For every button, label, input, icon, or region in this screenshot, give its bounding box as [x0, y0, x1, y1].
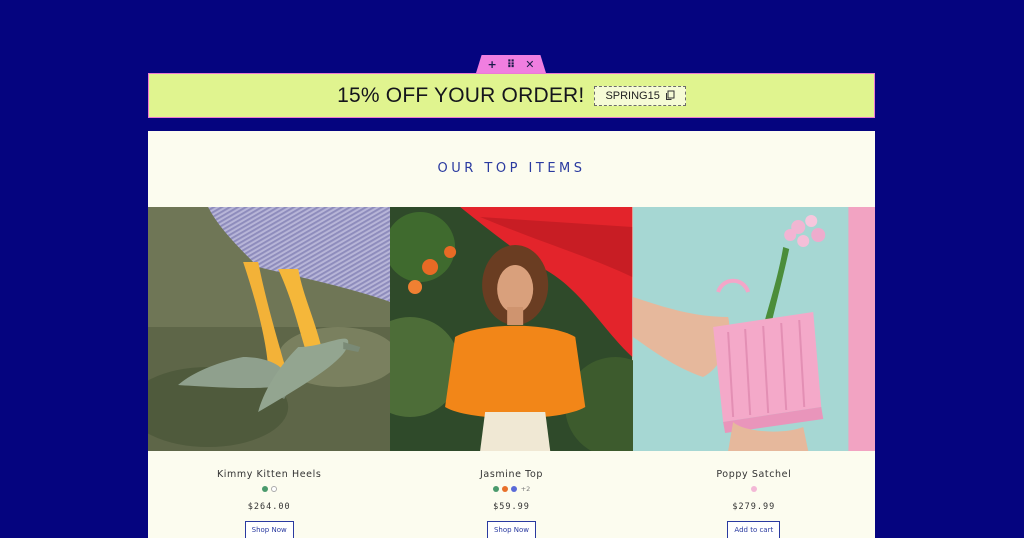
product-image-satchel[interactable]	[632, 207, 875, 451]
product-card: Jasmine Top +2 $59.99 Shop Now	[390, 207, 633, 538]
product-image-top[interactable]	[390, 207, 633, 451]
product-card: Kimmy Kitten Heels $264.00 Shop Now	[148, 207, 391, 538]
product-card: Poppy Satchel $279.99 Add to cart	[632, 207, 875, 538]
product-name: Poppy Satchel	[716, 469, 792, 480]
top-items-panel: OUR TOP ITEMS Kimmy Kitten Heels $264.00…	[148, 131, 875, 538]
coupon-code-button[interactable]: SPRING15	[594, 85, 686, 106]
product-name: Jasmine Top	[480, 469, 543, 480]
swatch-blue[interactable]	[510, 486, 517, 492]
editor-block-handle: + ⠿ ✕	[476, 55, 546, 73]
add-to-cart-button[interactable]: Add to cart	[727, 521, 781, 538]
swatch-orange[interactable]	[501, 486, 508, 492]
product-grid: Kimmy Kitten Heels $264.00 Shop Now Jasm…	[148, 207, 875, 538]
product-image-heels[interactable]	[148, 207, 391, 451]
copy-icon	[665, 90, 675, 100]
drag-handle-icon[interactable]: ⠿	[507, 59, 516, 70]
shop-now-button[interactable]: Shop Now	[486, 521, 537, 538]
shop-now-button[interactable]: Shop Now	[244, 521, 294, 538]
color-swatches: +2	[492, 484, 531, 494]
close-icon[interactable]: ✕	[525, 59, 534, 70]
canvas: + ⠿ ✕ 15% OFF YOUR ORDER! SPRING15 OUR T…	[0, 0, 1024, 538]
promo-banner: 15% OFF YOUR ORDER! SPRING15	[148, 73, 875, 118]
add-block-icon[interactable]: +	[487, 59, 496, 70]
color-swatches	[750, 484, 757, 494]
swatch-green[interactable]	[492, 486, 499, 492]
product-price: $279.99	[732, 502, 776, 512]
product-price: $264.00	[247, 502, 291, 512]
swatch-pink[interactable]	[750, 486, 757, 492]
color-swatches	[261, 484, 277, 494]
more-swatches-count[interactable]: +2	[521, 485, 531, 493]
product-name: Kimmy Kitten Heels	[216, 469, 322, 480]
section-title: OUR TOP ITEMS	[437, 161, 586, 176]
product-price: $59.99	[493, 502, 530, 512]
coupon-code: SPRING15	[605, 89, 660, 102]
swatch-green[interactable]	[261, 486, 268, 492]
promo-headline: 15% OFF YOUR ORDER!	[337, 83, 585, 107]
swatch-white[interactable]	[270, 486, 277, 492]
